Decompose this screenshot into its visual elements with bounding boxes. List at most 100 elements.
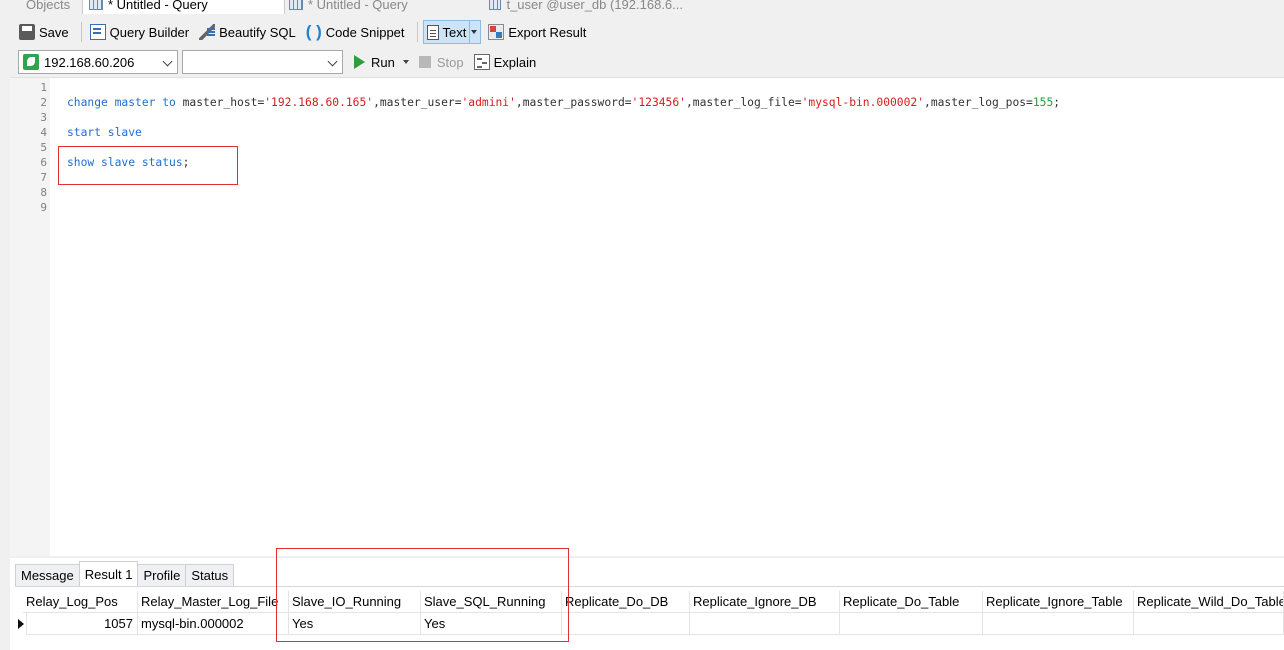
tab-status[interactable]: Status bbox=[185, 564, 235, 586]
chevron-down-icon bbox=[327, 56, 338, 67]
tab-label: t_user @user_db (192.168.6... bbox=[506, 0, 683, 12]
text-mode-dropdown-arrow[interactable] bbox=[469, 21, 478, 43]
sql-text: master_host= bbox=[175, 96, 265, 109]
column-header[interactable]: Replicate_Wild_Do_Table bbox=[1134, 591, 1284, 613]
line-number: 8 bbox=[40, 186, 47, 199]
column-header[interactable]: Replicate_Ignore_DB bbox=[690, 591, 840, 613]
run-dropdown-icon[interactable] bbox=[402, 60, 409, 64]
database-select[interactable] bbox=[182, 50, 343, 74]
stop-icon bbox=[418, 56, 431, 68]
sql-text: ,master_password= bbox=[515, 96, 632, 109]
sql-editor[interactable]: 1 2 3 4 5 6 7 8 9 change master to maste… bbox=[10, 77, 1284, 556]
explain-button[interactable]: Explain bbox=[471, 50, 540, 74]
line-number: 5 bbox=[40, 141, 47, 154]
tab-bar: Objects * Untitled - Query * Untitled - … bbox=[0, 0, 1284, 14]
row-indicator bbox=[15, 613, 27, 635]
cell-replicate-ignore-db[interactable] bbox=[690, 613, 840, 635]
table-icon bbox=[89, 0, 103, 10]
toolbar-divider bbox=[416, 22, 418, 42]
cell-replicate-wild-do-table[interactable] bbox=[1134, 613, 1284, 635]
row-pointer-icon bbox=[18, 619, 24, 629]
export-result-button[interactable]: Export Result bbox=[485, 20, 589, 44]
export-label: Export Result bbox=[508, 24, 587, 40]
code-snippet-icon: ( ) bbox=[305, 22, 322, 41]
connection-icon bbox=[23, 54, 39, 70]
tab-label: Objects bbox=[26, 0, 71, 12]
query-builder-icon bbox=[89, 24, 106, 40]
results-pane: Message Result 1 Profile Status Relay_Lo… bbox=[10, 556, 1284, 650]
connection-value: 192.168.60.206 bbox=[44, 54, 135, 70]
sql-string: '123456' bbox=[631, 96, 686, 109]
table-row[interactable]: 1057 mysql-bin.000002 Yes Yes bbox=[15, 613, 1284, 635]
column-header[interactable]: Replicate_Do_Table bbox=[840, 591, 983, 613]
run-button[interactable]: Run bbox=[351, 50, 412, 74]
code-snippet-button[interactable]: ( ) Code Snippet bbox=[303, 20, 408, 44]
save-button[interactable]: Save bbox=[16, 20, 72, 44]
header-row: Relay_Log_Pos Relay_Master_Log_File Slav… bbox=[15, 591, 1284, 613]
tab-label: * Untitled - Query bbox=[108, 0, 208, 12]
table-icon bbox=[289, 0, 303, 10]
cell-replicate-ignore-table[interactable] bbox=[983, 613, 1134, 635]
tab-label: Result 1 bbox=[84, 566, 133, 582]
query-window: Objects * Untitled - Query * Untitled - … bbox=[0, 0, 1284, 650]
tab-label: Profile bbox=[143, 568, 181, 583]
stop-label: Stop bbox=[436, 54, 464, 70]
connection-select[interactable]: 192.168.60.206 bbox=[18, 50, 178, 74]
sql-text: ,master_log_file= bbox=[685, 96, 802, 109]
sql-text: ,master_user= bbox=[373, 96, 462, 109]
highlight-box-query bbox=[58, 146, 238, 185]
query-builder-label: Query Builder bbox=[109, 24, 190, 40]
run-label: Run bbox=[371, 54, 395, 70]
tab-untitled-query[interactable]: * Untitled - Query bbox=[287, 0, 483, 14]
text-mode-label: Text bbox=[442, 24, 467, 40]
tab-t-user[interactable]: t_user @user_db (192.168.6... bbox=[487, 0, 683, 14]
cell-replicate-do-table[interactable] bbox=[840, 613, 983, 635]
explain-label: Explain bbox=[493, 54, 537, 70]
query-builder-button[interactable]: Query Builder bbox=[87, 20, 192, 44]
line-number: 2 bbox=[40, 96, 47, 109]
tab-label: Message bbox=[21, 568, 74, 583]
column-header[interactable]: Replicate_Ignore_Table bbox=[983, 591, 1134, 613]
cell-relay-master-log-file[interactable]: mysql-bin.000002 bbox=[138, 613, 289, 635]
sql-keyword: change master to bbox=[67, 96, 176, 109]
sql-string: '192.168.60.165' bbox=[264, 96, 374, 109]
column-header[interactable]: Relay_Master_Log_File bbox=[138, 591, 289, 613]
highlight-box-results bbox=[276, 548, 569, 642]
code-line-start-slave: start slave bbox=[67, 126, 142, 139]
cell-replicate-do-db[interactable] bbox=[562, 613, 690, 635]
line-number: 3 bbox=[40, 111, 47, 124]
tab-label: Status bbox=[191, 568, 229, 583]
text-document-icon bbox=[426, 24, 439, 40]
tab-profile[interactable]: Profile bbox=[137, 564, 187, 586]
results-tab-strip: Message Result 1 Profile Status bbox=[15, 560, 235, 586]
column-header[interactable]: Replicate_Do_DB bbox=[562, 591, 690, 613]
code-snippet-label: Code Snippet bbox=[325, 24, 405, 40]
toolbar-divider bbox=[80, 22, 82, 42]
stop-button[interactable]: Stop bbox=[416, 50, 467, 74]
editor-toolbar: Save Query Builder Beautify SQL ( ) Code … bbox=[0, 18, 1284, 46]
tab-message[interactable]: Message bbox=[15, 564, 80, 586]
export-icon bbox=[488, 24, 505, 40]
tab-objects[interactable]: Objects bbox=[26, 0, 70, 14]
code-line-change-master: change master to master_host='192.168.60… bbox=[67, 96, 1060, 109]
sql-string: 'admini' bbox=[461, 96, 516, 109]
beautify-icon bbox=[199, 24, 216, 40]
line-number: 1 bbox=[40, 81, 47, 94]
tab-result-1[interactable]: Result 1 bbox=[78, 561, 139, 586]
tab-untitled-query-active[interactable]: * Untitled - Query bbox=[82, 0, 285, 14]
save-icon bbox=[19, 24, 35, 40]
beautify-sql-button[interactable]: Beautify SQL bbox=[196, 20, 299, 44]
sql-string: 'mysql-bin.000002' bbox=[801, 96, 925, 109]
run-icon bbox=[354, 55, 365, 69]
table-icon bbox=[489, 0, 502, 10]
cell-relay-log-pos[interactable]: 1057 bbox=[27, 613, 138, 635]
text-mode-button[interactable]: Text bbox=[422, 20, 482, 44]
beautify-label: Beautify SQL bbox=[219, 24, 296, 40]
line-number: 9 bbox=[40, 201, 47, 214]
result-grid[interactable]: Relay_Log_Pos Relay_Master_Log_File Slav… bbox=[15, 586, 1284, 650]
save-label: Save bbox=[39, 24, 69, 40]
line-number: 7 bbox=[40, 171, 47, 184]
column-header[interactable]: Relay_Log_Pos bbox=[23, 591, 138, 613]
line-number: 6 bbox=[40, 156, 47, 169]
explain-icon bbox=[473, 54, 490, 70]
